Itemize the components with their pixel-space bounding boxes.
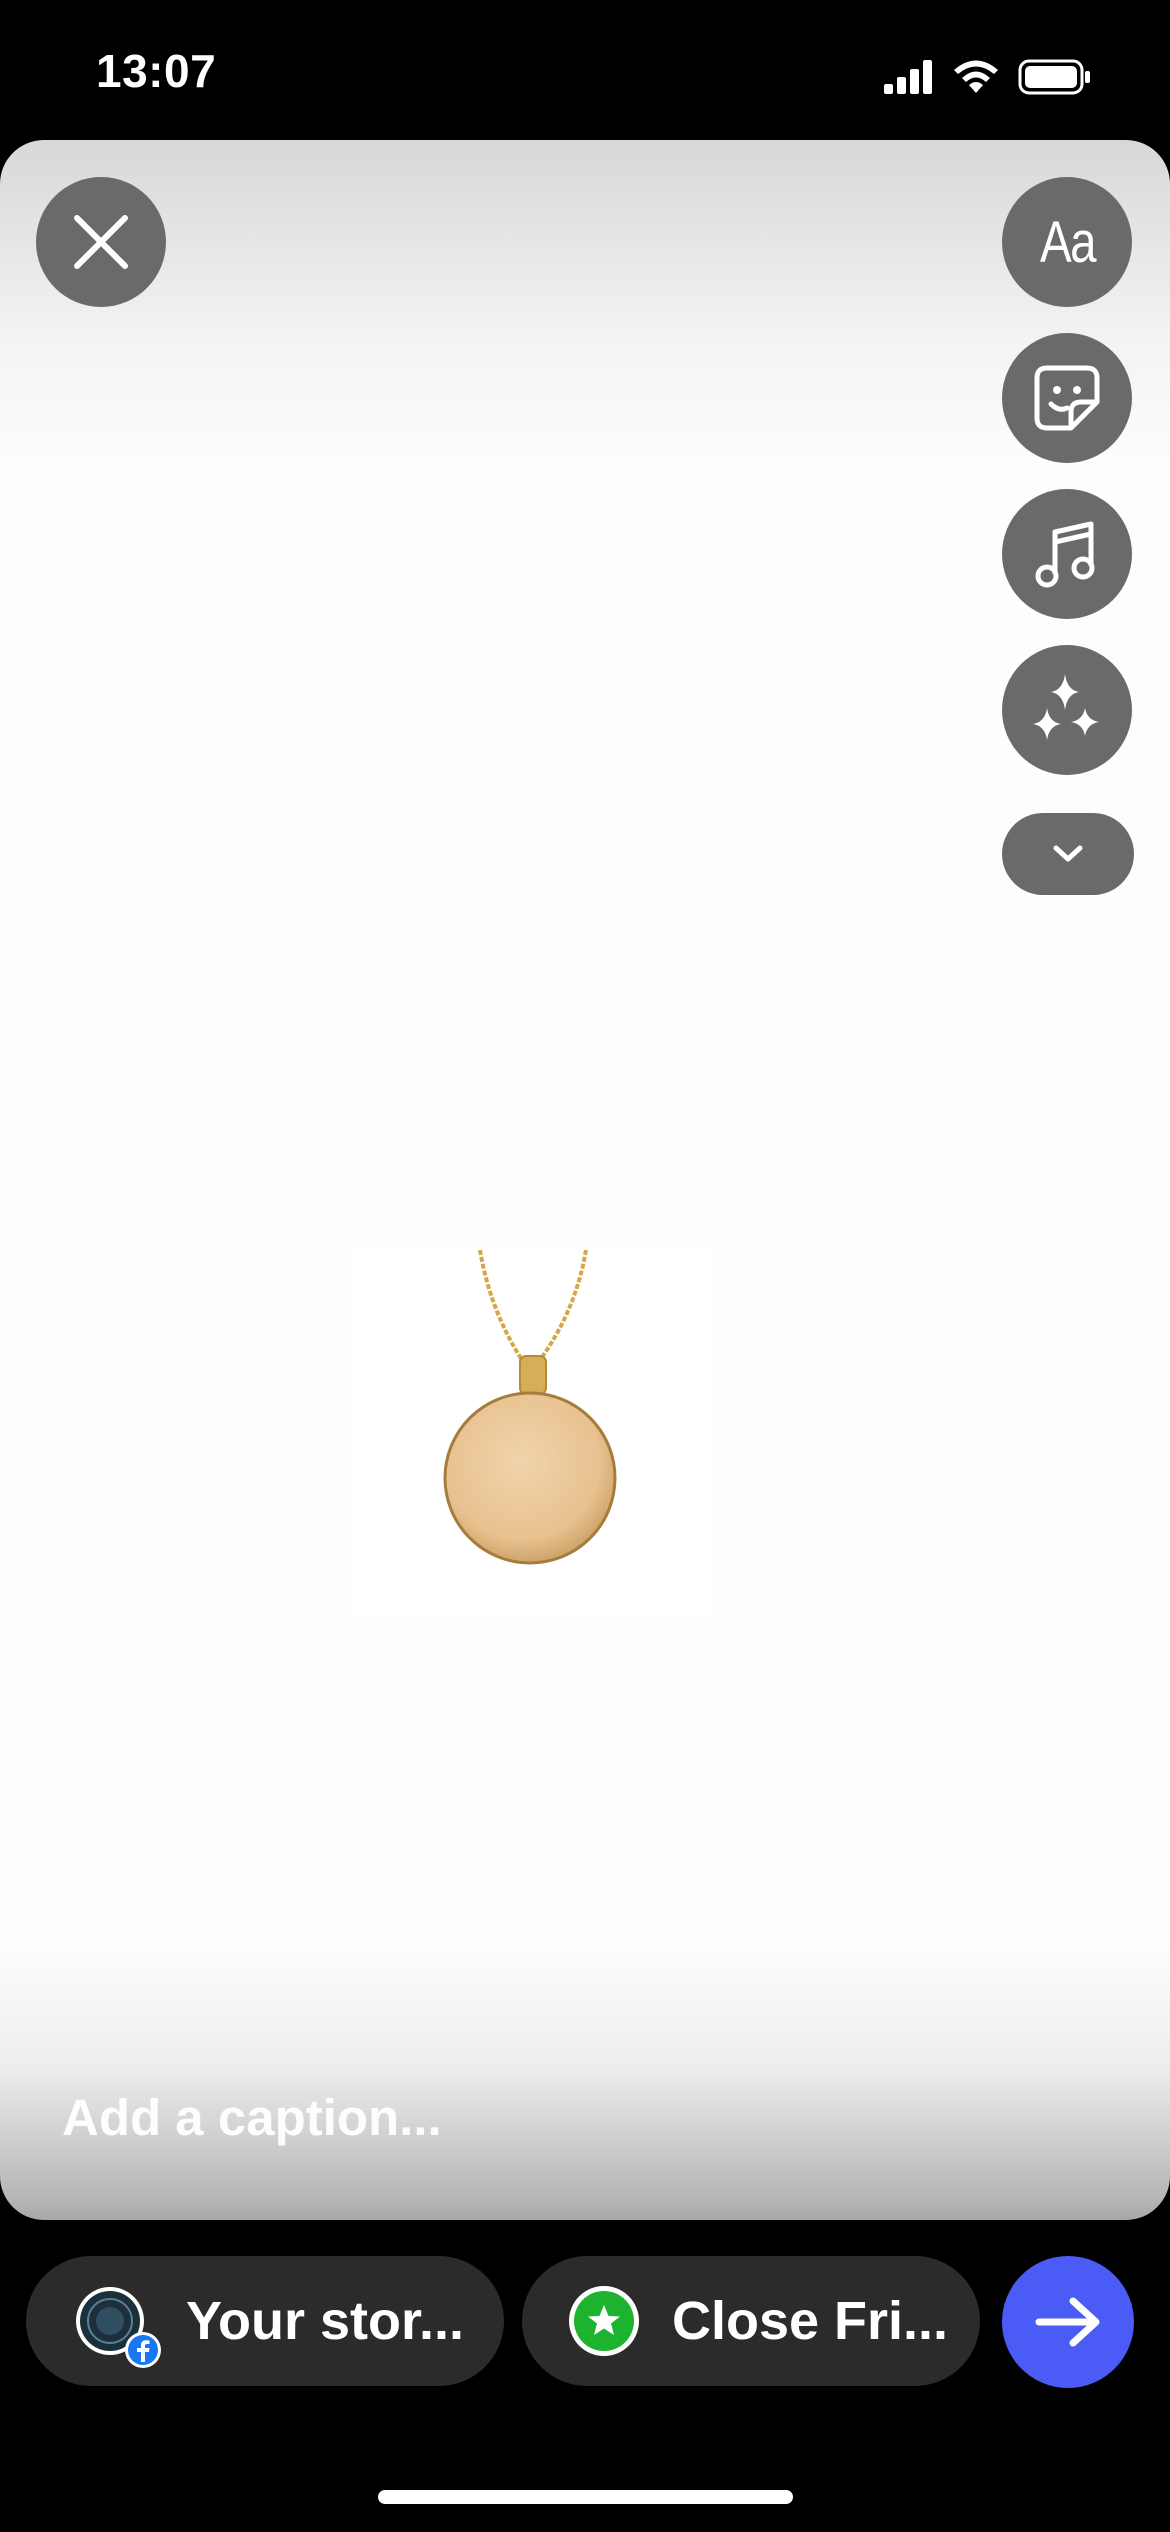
status-bar: 13:07 (0, 0, 1170, 140)
caption-input[interactable]: Add a caption... (62, 2088, 442, 2147)
sticker-tool-button[interactable] (1002, 333, 1132, 463)
arrow-right-icon (1035, 2297, 1100, 2347)
send-button[interactable] (1002, 2256, 1134, 2388)
music-tool-button[interactable] (1002, 489, 1132, 619)
home-indicator[interactable] (378, 2490, 793, 2504)
wifi-icon (954, 60, 998, 93)
story-editor-canvas[interactable]: Aa Add a caption... (0, 140, 1170, 2220)
effects-tool-button[interactable] (1002, 645, 1132, 775)
avatar (74, 2285, 161, 2368)
chevron-down-icon (1053, 845, 1083, 862)
close-friends-button[interactable]: Close Fri... (522, 2256, 980, 2386)
facebook-icon (125, 2332, 161, 2368)
music-note-icon (1035, 521, 1095, 588)
sticker-icon (1034, 365, 1100, 431)
your-story-label: Your stor... (186, 2291, 465, 2351)
your-story-button[interactable]: Your stor... (26, 2256, 504, 2386)
gold-pendant-necklace-image (443, 1249, 617, 1565)
close-friends-star-icon (569, 2286, 639, 2356)
close-button[interactable] (36, 177, 166, 307)
product-photo[interactable] (350, 1249, 714, 1614)
text-tool-button[interactable]: Aa (1002, 177, 1132, 307)
status-icons (884, 52, 1092, 102)
share-bar: Your stor... Close Fri... (0, 2256, 1170, 2388)
cellular-signal-icon (884, 60, 932, 94)
close-friends-label: Close Fri... (672, 2291, 949, 2351)
status-time: 13:07 (96, 45, 217, 97)
text-tool-label: Aa (1039, 209, 1097, 275)
sparkles-icon (1033, 674, 1099, 740)
more-tools-button[interactable] (1002, 813, 1134, 895)
battery-icon (1018, 59, 1090, 95)
close-icon (74, 215, 128, 269)
